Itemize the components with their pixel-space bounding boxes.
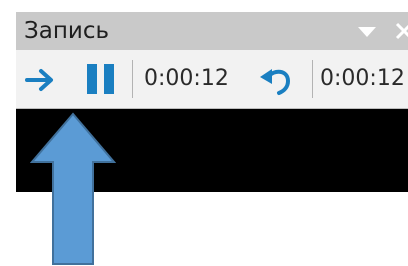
chevron-down-icon[interactable] (356, 20, 378, 42)
panel-title: Запись (24, 18, 110, 44)
clip-time: 0:00:12 (320, 66, 405, 91)
toolbar-separator (312, 60, 313, 98)
title-controls (356, 12, 408, 50)
toolbar-separator (132, 60, 133, 98)
pause-icon[interactable] (84, 62, 118, 96)
undo-icon[interactable] (258, 62, 294, 98)
title-bar: Запись (16, 12, 408, 50)
recording-toolbar: 0:00:12 0:00:12 (16, 50, 408, 109)
close-icon[interactable] (394, 21, 408, 41)
elapsed-time: 0:00:12 (144, 66, 229, 91)
callout-up-arrow (30, 112, 116, 265)
arrow-right-icon[interactable] (24, 64, 56, 96)
